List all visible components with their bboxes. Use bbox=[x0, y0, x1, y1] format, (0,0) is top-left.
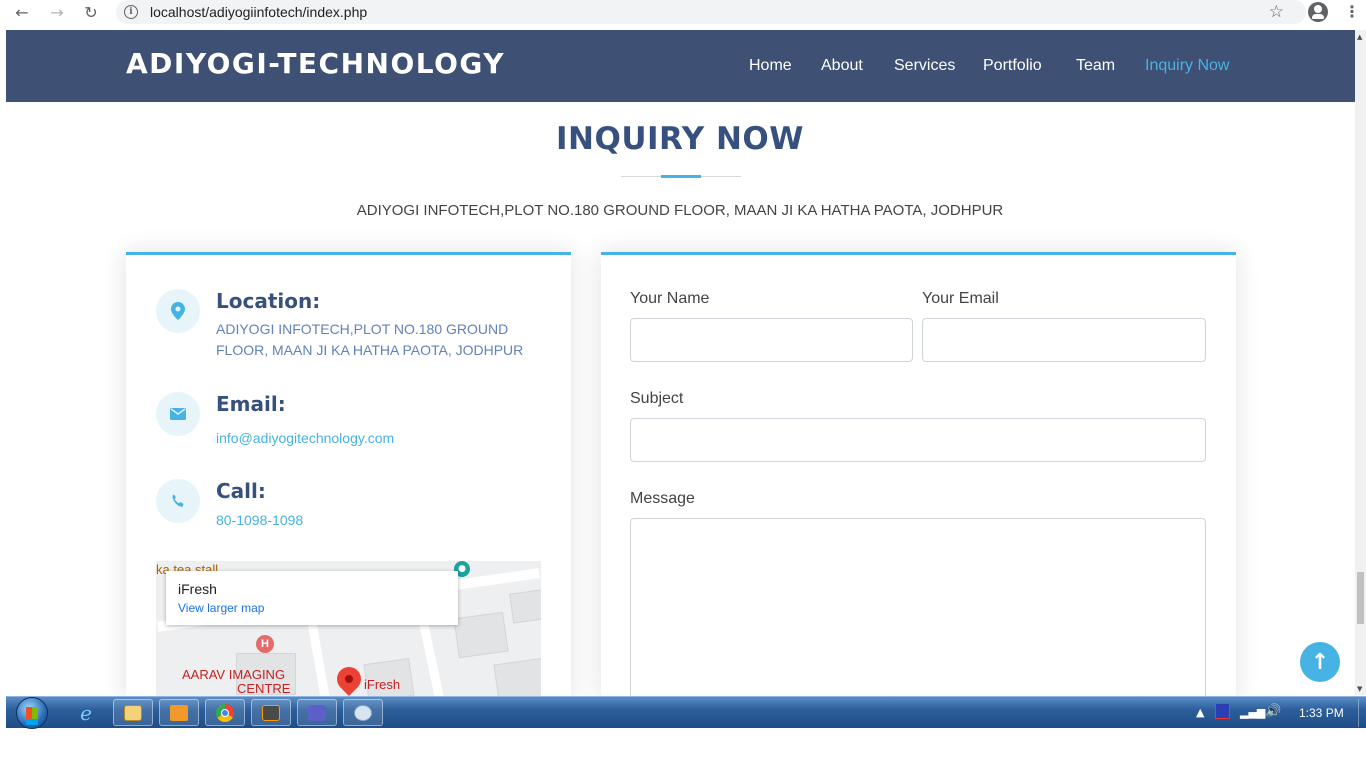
nav-portfolio[interactable]: Portfolio bbox=[983, 57, 1042, 75]
media-player-icon[interactable] bbox=[159, 699, 199, 726]
os-taskbar: e ▲ ▂▄▆ 🔊 1:33 PM bbox=[6, 696, 1366, 729]
map-building bbox=[509, 588, 541, 624]
file-explorer-icon[interactable] bbox=[113, 699, 153, 726]
reload-icon[interactable]: ↻ bbox=[79, 2, 103, 24]
name-label: Your Name bbox=[630, 290, 710, 307]
message-textarea[interactable] bbox=[630, 518, 1206, 708]
volume-icon[interactable]: 🔊 bbox=[1265, 704, 1281, 719]
bookmark-star-icon[interactable]: ☆ bbox=[1269, 2, 1284, 22]
taskbar-clock[interactable]: 1:33 PM bbox=[1299, 706, 1344, 720]
email-label: Your Email bbox=[922, 290, 999, 307]
envelope-icon bbox=[156, 392, 200, 436]
nav-inquiry-now[interactable]: Inquiry Now bbox=[1145, 57, 1229, 75]
back-to-top-button[interactable]: ↑ bbox=[1300, 642, 1340, 682]
map-info-popup: iFresh View larger map bbox=[166, 571, 458, 625]
nav-about[interactable]: About bbox=[821, 57, 863, 75]
embedded-map[interactable]: ka tea stall ● iFresh View larger map H … bbox=[156, 561, 541, 702]
arrow-up-icon: ↑ bbox=[1310, 649, 1330, 675]
phone-icon bbox=[156, 479, 200, 523]
chrome-icon[interactable] bbox=[205, 699, 245, 726]
tray-app-icon[interactable] bbox=[1215, 703, 1230, 719]
scroll-thumb[interactable] bbox=[1357, 572, 1364, 624]
back-arrow-icon[interactable]: ← bbox=[10, 2, 34, 24]
message-label: Message bbox=[630, 490, 695, 507]
hospital-label-1: AARAV IMAGING bbox=[182, 667, 286, 682]
name-input[interactable] bbox=[630, 318, 913, 362]
site-logo[interactable]: ADIYOGI-TECHNOLOGY bbox=[126, 47, 505, 80]
map-pin-label: iFresh bbox=[364, 677, 401, 692]
scroll-down-arrow-icon[interactable]: ▼ bbox=[1357, 685, 1362, 693]
view-larger-map-link[interactable]: View larger map bbox=[178, 601, 264, 615]
map-marker-icon bbox=[156, 289, 200, 333]
internet-explorer-icon[interactable]: e bbox=[66, 699, 106, 726]
subject-label: Subject bbox=[630, 390, 684, 407]
inquiry-form-card: Your Name Your Email Subject Message bbox=[601, 252, 1236, 708]
location-text: ADIYOGI INFOTECH,PLOT NO.180 GROUND FLOO… bbox=[216, 319, 523, 361]
start-button[interactable] bbox=[16, 697, 48, 729]
account-icon[interactable] bbox=[1308, 2, 1328, 22]
site-header: ADIYOGI-TECHNOLOGY Home About Services P… bbox=[6, 30, 1355, 102]
tray-expand-icon[interactable]: ▲ bbox=[1196, 706, 1204, 719]
show-desktop-button[interactable] bbox=[1358, 699, 1366, 727]
paint-icon[interactable] bbox=[343, 699, 383, 726]
nav-team[interactable]: Team bbox=[1076, 57, 1115, 75]
email-heading: Email: bbox=[216, 392, 286, 416]
location-heading: Location: bbox=[216, 289, 321, 313]
hospital-icon: H bbox=[256, 635, 274, 653]
email-input[interactable] bbox=[922, 318, 1206, 362]
teams-icon[interactable] bbox=[297, 699, 337, 726]
phone-link[interactable]: 80-1098-1098 bbox=[216, 510, 303, 531]
scroll-up-arrow-icon[interactable]: ▲ bbox=[1357, 33, 1362, 41]
forward-arrow-icon[interactable]: → bbox=[45, 2, 69, 24]
sublime-text-icon[interactable] bbox=[251, 699, 291, 726]
nav-services[interactable]: Services bbox=[894, 57, 955, 75]
url-text[interactable]: localhost/adiyogiinfotech/index.php bbox=[150, 4, 367, 20]
section-title: INQUIRY NOW bbox=[556, 121, 804, 157]
contact-info-card: Location: ADIYOGI INFOTECH,PLOT NO.180 G… bbox=[126, 252, 571, 702]
section-subtitle: ADIYOGI INFOTECH,PLOT NO.180 GROUND FLOO… bbox=[356, 202, 1004, 219]
hospital-label-2: CENTRE bbox=[237, 681, 291, 696]
nav-home[interactable]: Home bbox=[749, 57, 792, 75]
map-road bbox=[307, 620, 334, 702]
subject-input[interactable] bbox=[630, 418, 1206, 462]
title-divider-accent bbox=[661, 175, 701, 178]
location-line-2: FLOOR, MAAN JI KA HATHA PAOTA, JODHPUR bbox=[216, 342, 524, 358]
address-bar[interactable]: i localhost/adiyogiinfotech/index.php ☆ bbox=[116, 0, 1306, 24]
map-building bbox=[453, 611, 509, 659]
location-line-1: ADIYOGI INFOTECH,PLOT NO.180 GROUND bbox=[216, 321, 509, 337]
map-popup-title: iFresh bbox=[178, 581, 217, 597]
network-icon[interactable]: ▂▄▆ bbox=[1240, 706, 1265, 719]
browser-toolbar: ← → ↻ i localhost/adiyogiinfotech/index.… bbox=[0, 0, 1366, 25]
browser-menu-icon[interactable]: ⋮ bbox=[1344, 2, 1360, 21]
email-link[interactable]: info@adiyogitechnology.com bbox=[216, 428, 394, 449]
call-heading: Call: bbox=[216, 479, 266, 503]
map-pin-icon[interactable] bbox=[332, 662, 366, 696]
info-icon[interactable]: i bbox=[124, 5, 138, 19]
